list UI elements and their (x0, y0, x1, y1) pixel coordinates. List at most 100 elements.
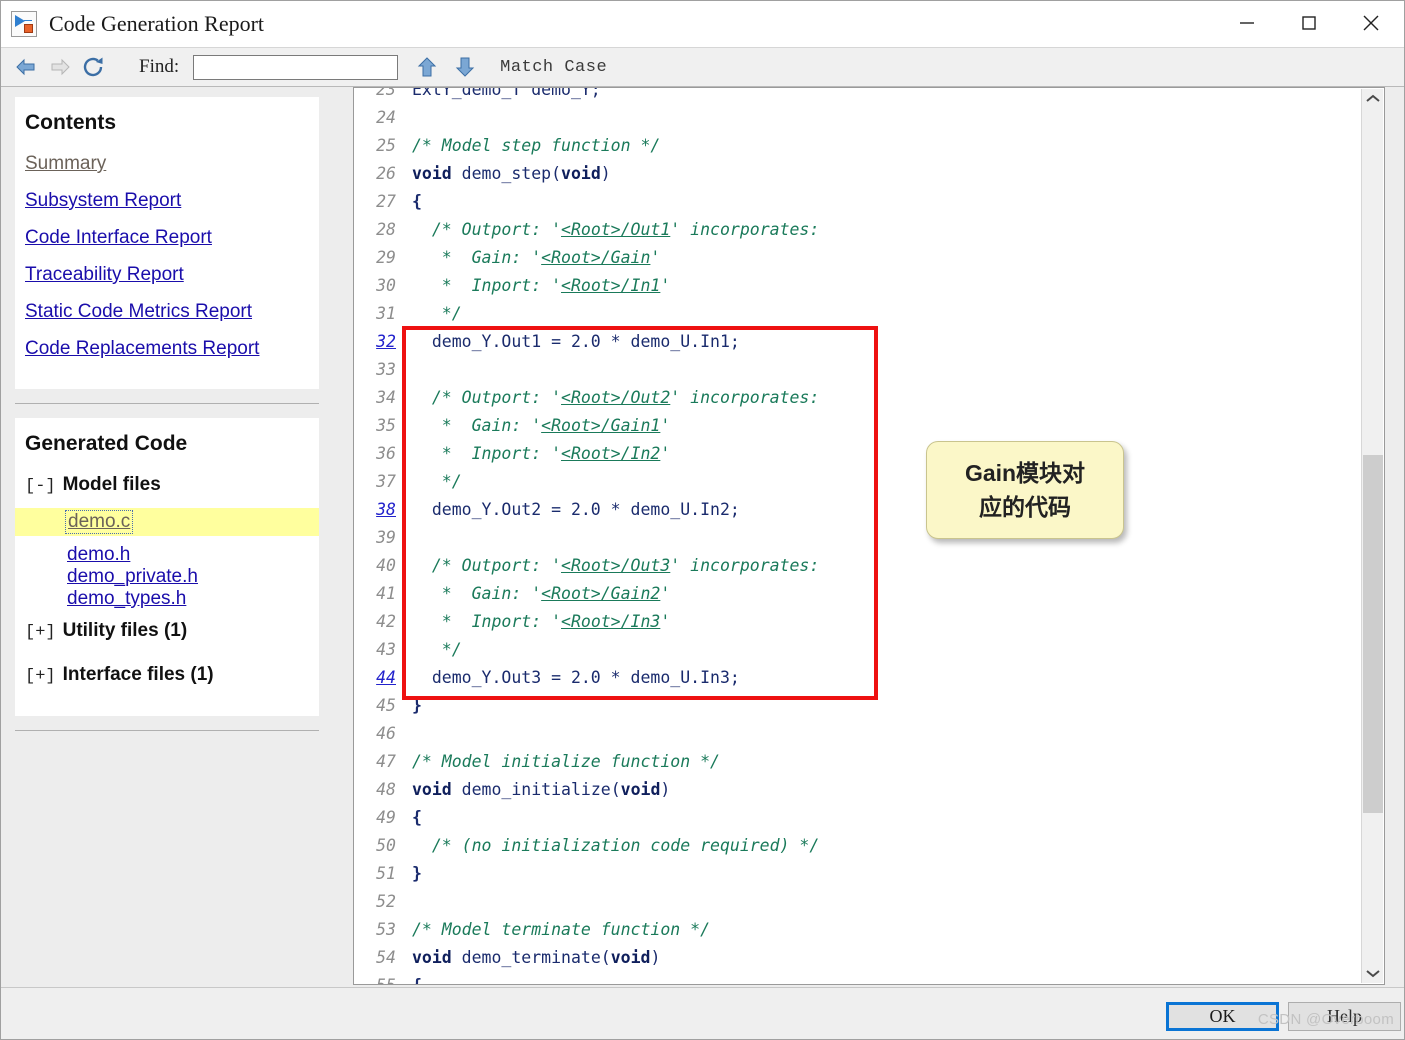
code-line: 28 /* Outport: '<Root>/Out1' incorporate… (354, 216, 1362, 244)
list-item-demo-c[interactable]: demo.c (15, 508, 319, 536)
sidebar: Contents Summary Subsystem Report Code I… (1, 87, 341, 987)
collapse-toggle-icon[interactable]: [-] (25, 477, 56, 496)
line-number: 37 (376, 472, 396, 491)
ok-button[interactable]: OK (1166, 1002, 1279, 1031)
back-arrow-icon[interactable] (9, 52, 43, 82)
block-link[interactable]: <Root>/Out2 (561, 388, 670, 407)
code-line: 44 demo_Y.Out3 = 2.0 * demo_U.In3; (354, 664, 1362, 692)
code-token: void (610, 948, 651, 967)
generated-code-title: Generated Code (25, 432, 188, 455)
line-number: 28 (376, 220, 396, 239)
vertical-scrollbar[interactable] (1361, 89, 1383, 983)
code-line: 53 /* Model terminate function */ (354, 916, 1362, 944)
code-line: 30 * Inport: '<Root>/In1' (354, 272, 1362, 300)
block-link[interactable]: <Root>/Out1 (561, 220, 670, 239)
line-number: 26 (376, 164, 396, 183)
block-link[interactable]: <Root>/In3 (561, 612, 660, 631)
find-label: Find: (139, 56, 180, 77)
tree-group-model-files[interactable]: [-] Model files (15, 474, 319, 496)
callout-line-1: Gain模块对 (964, 460, 1086, 486)
line-number-anchor[interactable]: 44 (354, 664, 396, 692)
sidebar-divider (15, 403, 319, 404)
line-number: 33 (376, 360, 396, 379)
code-token: ) (660, 780, 671, 799)
code-line: 54 void demo_terminate(void) (354, 944, 1362, 972)
tree-group-utility-files[interactable]: [+] Utility files (1) (15, 620, 319, 642)
match-case-label[interactable]: Match Case (500, 58, 607, 77)
code-token: ) (600, 164, 611, 183)
code-token: } (412, 864, 422, 883)
code-token: void (412, 780, 452, 799)
code-line: 25 /* Model step function */ (354, 132, 1362, 160)
code-token: * Gain: ' (412, 584, 542, 603)
tree-group-interface-files[interactable]: [+] Interface files (1) (15, 664, 319, 686)
line-number: 55 (354, 972, 396, 984)
block-link[interactable]: <Root>/Gain1 (541, 416, 660, 435)
list-item-demo-types-h[interactable]: demo_types.h (15, 588, 319, 610)
line-number: 23 (376, 88, 396, 99)
sidebar-link-code-replacements-report[interactable]: Code Replacements Report (15, 338, 319, 360)
code-line: 42 * Inport: '<Root>/In3' (354, 608, 1362, 636)
block-link[interactable]: <Root>/Gain (541, 248, 650, 267)
sidebar-link-summary[interactable]: Summary (15, 153, 319, 175)
tree-file-demo-c[interactable]: demo.c (65, 510, 134, 534)
tree-file-demo-h[interactable]: demo.h (15, 544, 130, 565)
maximize-button[interactable] (1278, 1, 1340, 45)
expand-toggle-icon[interactable]: [+] (25, 667, 56, 686)
line-number: 34 (376, 388, 396, 407)
list-item-demo-private-h[interactable]: demo_private.h (15, 566, 319, 588)
block-link[interactable]: <Root>/In1 (561, 276, 660, 295)
forward-arrow-icon (43, 52, 77, 82)
code-line: 40 /* Outport: '<Root>/Out3' incorporate… (354, 552, 1362, 580)
sidebar-link-traceability-report[interactable]: Traceability Report (15, 264, 319, 286)
line-number: 47 (376, 752, 396, 771)
code-line: 34 /* Outport: '<Root>/Out2' incorporate… (354, 384, 1362, 412)
tree-file-demo-private-h[interactable]: demo_private.h (15, 566, 198, 587)
code-token: * Inport: ' (412, 612, 562, 631)
block-link[interactable]: <Root>/Out3 (561, 556, 670, 575)
dialog-footer: OK Help (1, 987, 1404, 1039)
refresh-icon[interactable] (77, 52, 111, 82)
code-line: 51} (354, 860, 1362, 888)
code-token: ' incorporates: (670, 220, 820, 239)
up-arrow-icon[interactable] (410, 52, 444, 82)
code-token: ' incorporates: (670, 556, 820, 575)
expand-toggle-icon[interactable]: [+] (25, 623, 56, 642)
code-token: { (412, 808, 422, 827)
line-number-anchor[interactable]: 38 (354, 496, 396, 524)
code-token: ' (650, 248, 661, 267)
chevron-up-icon[interactable] (1362, 89, 1384, 109)
block-link[interactable]: <Root>/In2 (561, 444, 660, 463)
tree-file-demo-types-h[interactable]: demo_types.h (15, 588, 186, 609)
code-line: 27 { (354, 188, 1362, 216)
code-line: 33 (354, 356, 1362, 384)
search-input[interactable] (193, 54, 399, 80)
close-button[interactable] (1340, 1, 1402, 45)
minimize-button[interactable] (1216, 1, 1278, 45)
line-number: 30 (376, 276, 396, 295)
down-arrow-icon[interactable] (448, 52, 482, 82)
scrollbar-thumb[interactable] (1363, 455, 1383, 813)
line-number: 29 (376, 248, 396, 267)
block-link[interactable]: <Root>/Gain2 (541, 584, 660, 603)
line-number: 31 (376, 304, 396, 323)
window-title: Code Generation Report (49, 11, 265, 36)
help-button[interactable]: Help (1288, 1002, 1401, 1031)
code-token: } (412, 696, 422, 715)
line-number-anchor[interactable]: 32 (354, 328, 396, 356)
code-line: 35 * Gain: '<Root>/Gain1' (354, 412, 1362, 440)
code-token: demo_Y.Out1 = 2.0 * demo_U.In1; (412, 332, 740, 351)
sidebar-link-subsystem-report[interactable]: Subsystem Report (15, 190, 319, 212)
list-item-demo-h[interactable]: demo.h (15, 544, 319, 566)
code-token: ' (660, 584, 671, 603)
code-token: * Gain: ' (412, 248, 542, 267)
code-token: { (412, 192, 422, 211)
code-token: /* Outport: ' (412, 556, 562, 575)
code-line: 36 * Inport: '<Root>/In2' (354, 440, 1362, 468)
code-token: /* Outport: ' (412, 220, 562, 239)
sidebar-link-static-code-metrics-report[interactable]: Static Code Metrics Report (15, 301, 319, 323)
line-number: 42 (376, 612, 396, 631)
code-line: 24 (354, 104, 1362, 132)
chevron-down-icon[interactable] (1362, 963, 1384, 983)
sidebar-link-code-interface-report[interactable]: Code Interface Report (15, 227, 319, 249)
